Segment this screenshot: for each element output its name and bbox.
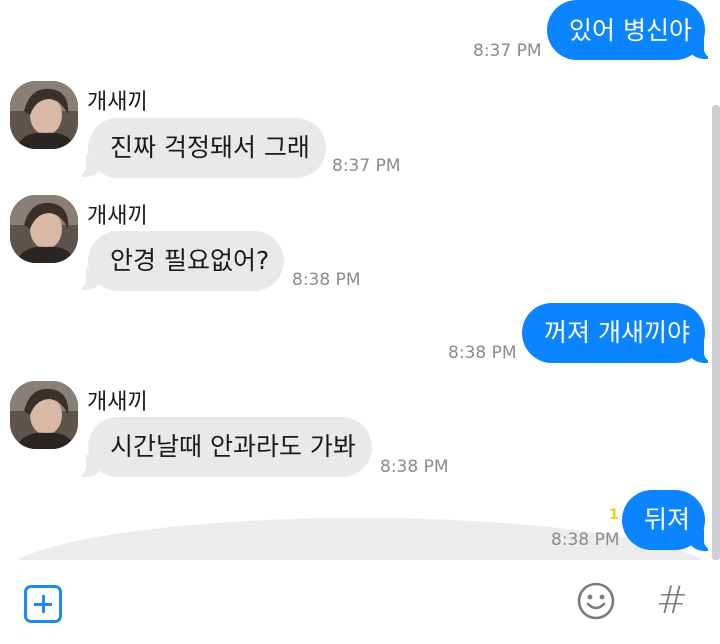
message-time: 8:38 PM: [551, 530, 620, 550]
message-text: 꺼져 개새끼야: [544, 318, 690, 347]
message-text: 있어 병신아: [569, 16, 692, 45]
message-time: 8:38 PM: [292, 270, 361, 290]
sender-name: 개새끼: [87, 204, 148, 229]
message-time: 8:37 PM: [332, 156, 401, 176]
avatar[interactable]: [10, 195, 78, 263]
incoming-message-bubble[interactable]: 안경 필요없어?: [88, 231, 284, 291]
smiley-icon[interactable]: [576, 581, 616, 621]
scrollbar[interactable]: [712, 105, 720, 560]
plus-square-icon[interactable]: [24, 585, 62, 623]
sender-name: 개새끼: [87, 390, 148, 415]
chat-area: 8:37 PM 있어 병신아 개새끼 진짜 걱정돼서 그래 8:37 PM 개새…: [0, 0, 720, 560]
avatar[interactable]: [10, 381, 78, 449]
message-time: 8:37 PM: [473, 41, 542, 61]
outgoing-message-bubble[interactable]: 뒤져: [622, 490, 705, 550]
incoming-message-bubble[interactable]: 진짜 걱정돼서 그래: [88, 118, 326, 178]
message-time: 8:38 PM: [448, 343, 517, 363]
outgoing-message-bubble[interactable]: 꺼져 개새끼야: [522, 303, 705, 363]
message-text: 진짜 걱정돼서 그래: [110, 133, 310, 162]
message-text: 안경 필요없어?: [110, 246, 270, 275]
sender-name: 개새끼: [87, 90, 148, 115]
avatar-image: [10, 195, 78, 263]
incoming-message-bubble[interactable]: 시간날때 안과라도 가봐: [88, 417, 372, 477]
outgoing-message-bubble[interactable]: 있어 병신아: [547, 0, 705, 60]
hash-icon[interactable]: #: [656, 578, 688, 622]
message-text: 시간날때 안과라도 가봐: [110, 432, 356, 461]
avatar-image: [10, 381, 78, 449]
message-time: 8:38 PM: [380, 457, 449, 477]
avatar-image: [10, 81, 78, 149]
unread-count: 1: [609, 507, 619, 523]
message-text: 뒤져: [644, 505, 691, 534]
avatar[interactable]: [10, 81, 78, 149]
